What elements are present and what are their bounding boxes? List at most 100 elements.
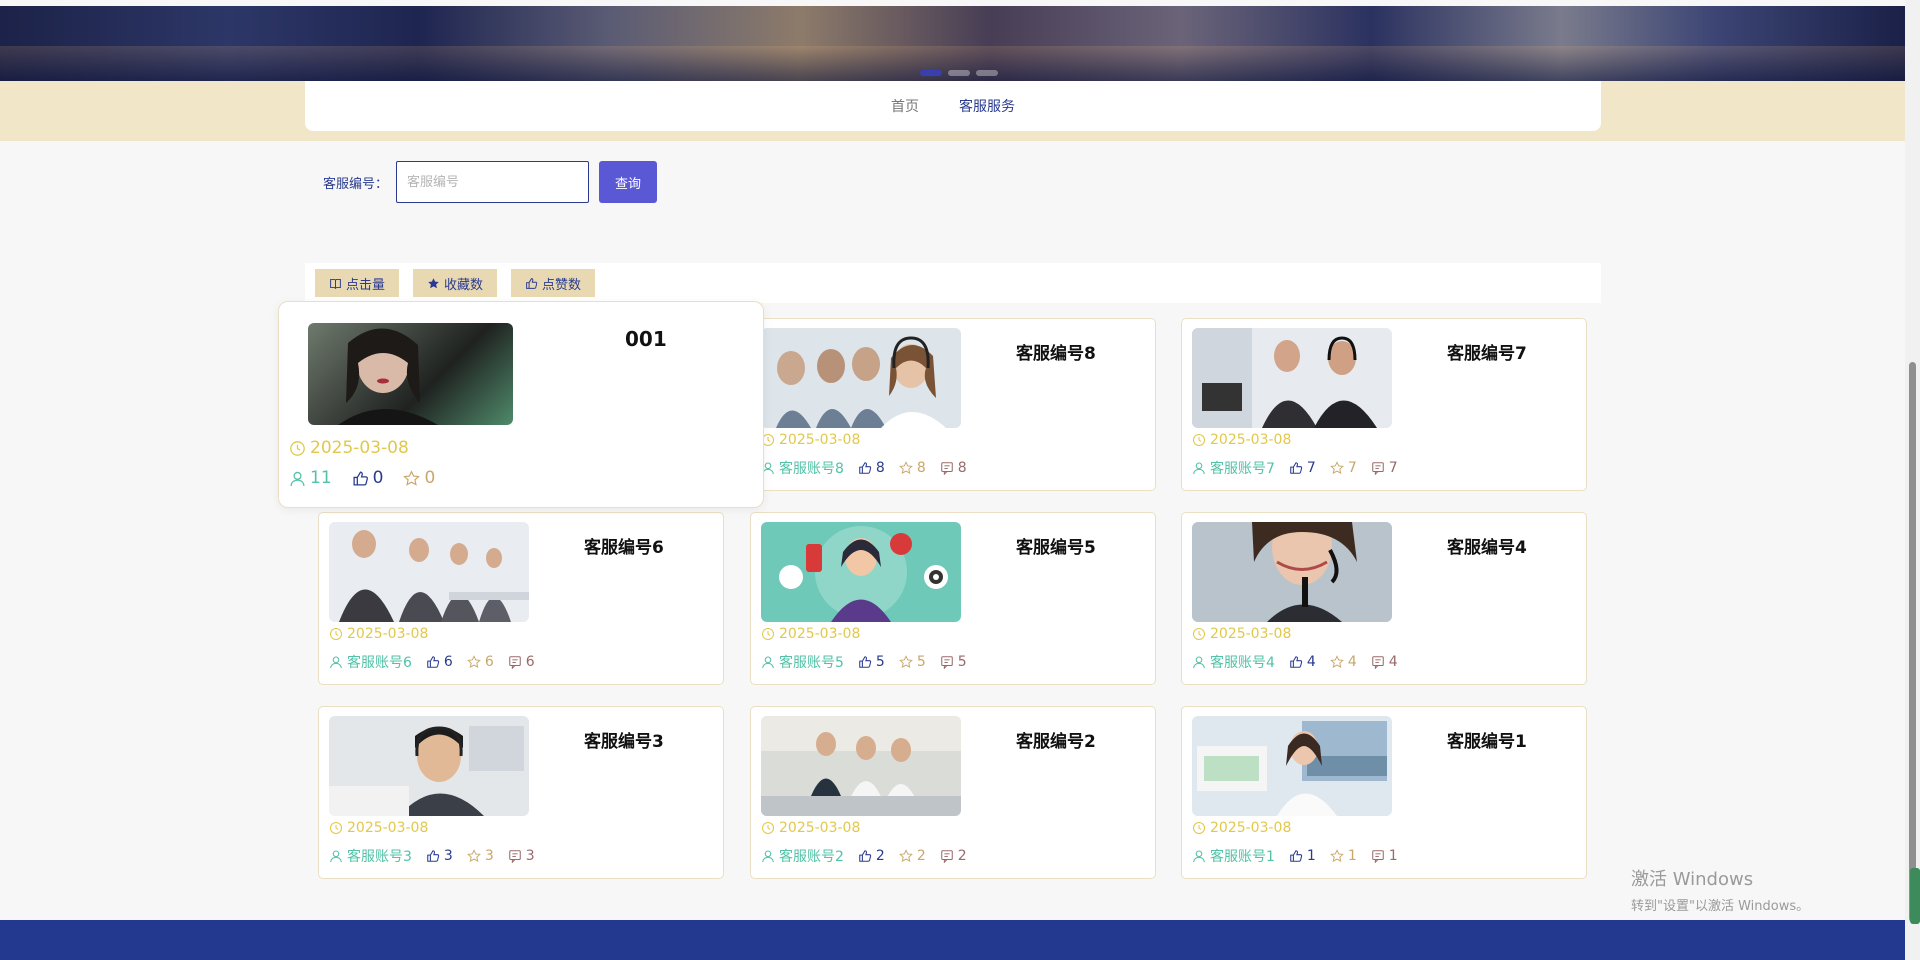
stat-stars[interactable]: 6 — [466, 654, 494, 670]
stat-comments-text: 3 — [525, 848, 535, 864]
stat-likes[interactable]: 5 — [858, 654, 885, 670]
user-icon — [1193, 850, 1205, 863]
service-card[interactable]: 客服编号6 2025-03-08 客服账号6 6 6 6 — [318, 512, 724, 685]
sort-by-likes-button[interactable]: 点赞数 — [511, 269, 596, 297]
service-card[interactable]: 001 2025-03-08 11 0 0 — [278, 301, 764, 508]
card-title[interactable]: 客服编号6 — [584, 533, 664, 558]
stat-stars[interactable]: 0 — [403, 468, 435, 488]
carousel-dot[interactable] — [948, 70, 970, 76]
sort-by-clicks-button[interactable]: 点击量 — [315, 269, 400, 297]
service-card[interactable]: 客服编号8 2025-03-08 客服账号8 8 8 8 — [750, 318, 1156, 491]
service-card[interactable]: 客服编号4 2025-03-08 客服账号4 4 4 4 — [1181, 512, 1587, 685]
stat-likes[interactable]: 8 — [858, 460, 885, 476]
stat-user: 11 — [289, 468, 332, 488]
search-label: 客服编号： — [323, 176, 389, 192]
service-card[interactable]: 客服编号1 2025-03-08 客服账号1 1 1 1 — [1181, 706, 1587, 879]
thumbs-up-icon — [1290, 656, 1303, 668]
search-input[interactable] — [396, 161, 590, 203]
stat-user-text: 客服账号5 — [779, 655, 844, 671]
star-icon — [466, 849, 481, 863]
sort-by-favorites-button[interactable]: 收藏数 — [413, 269, 498, 297]
card-thumbnail[interactable] — [329, 522, 529, 622]
stat-stars[interactable]: 3 — [466, 848, 494, 864]
service-card[interactable]: 客服编号5 2025-03-08 客服账号5 5 5 5 — [750, 512, 1156, 685]
stat-stars[interactable]: 2 — [898, 848, 926, 864]
card-title[interactable]: 客服编号3 — [584, 727, 664, 752]
stat-comments[interactable]: 2 — [940, 848, 967, 864]
stat-likes[interactable]: 7 — [1289, 460, 1316, 476]
star-icon — [898, 849, 913, 863]
card-thumbnail[interactable] — [329, 716, 529, 816]
service-card[interactable]: 客服编号3 2025-03-08 客服账号3 3 3 3 — [318, 706, 724, 879]
stat-stars[interactable]: 5 — [898, 654, 926, 670]
card-title[interactable]: 客服编号7 — [1447, 339, 1527, 364]
clock-icon — [1192, 433, 1206, 447]
card-thumbnail[interactable] — [1192, 522, 1392, 622]
stat-likes[interactable]: 2 — [858, 848, 885, 864]
thumbs-up-icon — [427, 850, 440, 862]
user-icon — [1193, 462, 1205, 475]
stat-user: 客服账号6 — [329, 652, 412, 672]
service-card[interactable]: 客服编号2 2025-03-08 客服账号2 2 2 2 — [750, 706, 1156, 879]
stat-stars-text: 0 — [424, 468, 436, 488]
scrollbar-thumb[interactable] — [1909, 362, 1916, 922]
stat-likes[interactable]: 0 — [352, 468, 383, 488]
service-card[interactable]: 客服编号7 2025-03-08 客服账号7 7 7 7 — [1181, 318, 1587, 491]
stat-comments[interactable]: 4 — [1371, 654, 1398, 670]
card-thumbnail[interactable] — [761, 716, 961, 816]
stat-stars[interactable]: 7 — [1329, 460, 1357, 476]
stat-comments[interactable]: 3 — [508, 848, 535, 864]
user-icon — [330, 656, 342, 669]
nav-item-home[interactable]: 首页 — [891, 96, 919, 116]
card-title[interactable]: 客服编号8 — [1016, 339, 1096, 364]
stat-stars[interactable]: 4 — [1329, 654, 1357, 670]
stat-stars[interactable]: 8 — [898, 460, 926, 476]
stat-comments[interactable]: 1 — [1371, 848, 1398, 864]
carousel-dot[interactable] — [976, 70, 998, 76]
card-title[interactable]: 客服编号4 — [1447, 533, 1527, 558]
card-title[interactable]: 客服编号5 — [1016, 533, 1096, 558]
stat-likes[interactable]: 3 — [426, 848, 453, 864]
card-thumbnail[interactable] — [308, 323, 513, 425]
thumbs-up-icon — [859, 850, 872, 862]
nav-item-customer-service[interactable]: 客服服务 — [959, 96, 1015, 116]
thumbs-up-icon — [1290, 462, 1303, 474]
stat-stars-text: 4 — [1347, 654, 1357, 670]
star-icon — [466, 655, 481, 669]
search-button[interactable]: 查询 — [599, 161, 658, 203]
stat-likes-text: 2 — [875, 848, 885, 864]
side-handle[interactable] — [1910, 868, 1920, 924]
card-thumbnail[interactable] — [761, 328, 961, 428]
carousel-dot[interactable] — [920, 70, 942, 76]
clock-icon — [290, 440, 305, 456]
stat-comments[interactable]: 5 — [940, 654, 967, 670]
comment-icon — [508, 850, 521, 863]
comment-icon — [1371, 850, 1384, 863]
card-title[interactable]: 001 — [625, 327, 667, 351]
card-thumbnail[interactable] — [761, 522, 961, 622]
stat-likes-text: 4 — [1306, 654, 1316, 670]
card-title[interactable]: 客服编号1 — [1447, 727, 1527, 752]
carousel-dots[interactable] — [920, 70, 998, 76]
card-stats: 客服账号8 8 8 8 — [761, 458, 967, 478]
stat-likes[interactable]: 6 — [426, 654, 453, 670]
user-icon — [1193, 656, 1205, 669]
stat-likes[interactable]: 1 — [1289, 848, 1316, 864]
stat-comments-text: 1 — [1388, 848, 1398, 864]
stat-comments[interactable]: 8 — [940, 460, 967, 476]
comment-icon — [940, 656, 953, 669]
stat-comments-text: 5 — [957, 654, 967, 670]
card-thumbnail[interactable] — [1192, 716, 1392, 816]
card-thumbnail[interactable] — [1192, 328, 1392, 428]
page-scrollbar[interactable] — [1905, 0, 1920, 960]
stat-stars[interactable]: 1 — [1329, 848, 1357, 864]
stat-stars-text: 7 — [1347, 460, 1357, 476]
stat-user-text: 客服账号3 — [347, 849, 412, 865]
stat-comments[interactable]: 6 — [508, 654, 535, 670]
comment-icon — [1371, 656, 1384, 669]
stat-likes-text: 5 — [875, 654, 885, 670]
stat-likes[interactable]: 4 — [1289, 654, 1316, 670]
stat-comments[interactable]: 7 — [1371, 460, 1398, 476]
card-stats: 客服账号6 6 6 6 — [329, 652, 535, 672]
card-title[interactable]: 客服编号2 — [1016, 727, 1096, 752]
